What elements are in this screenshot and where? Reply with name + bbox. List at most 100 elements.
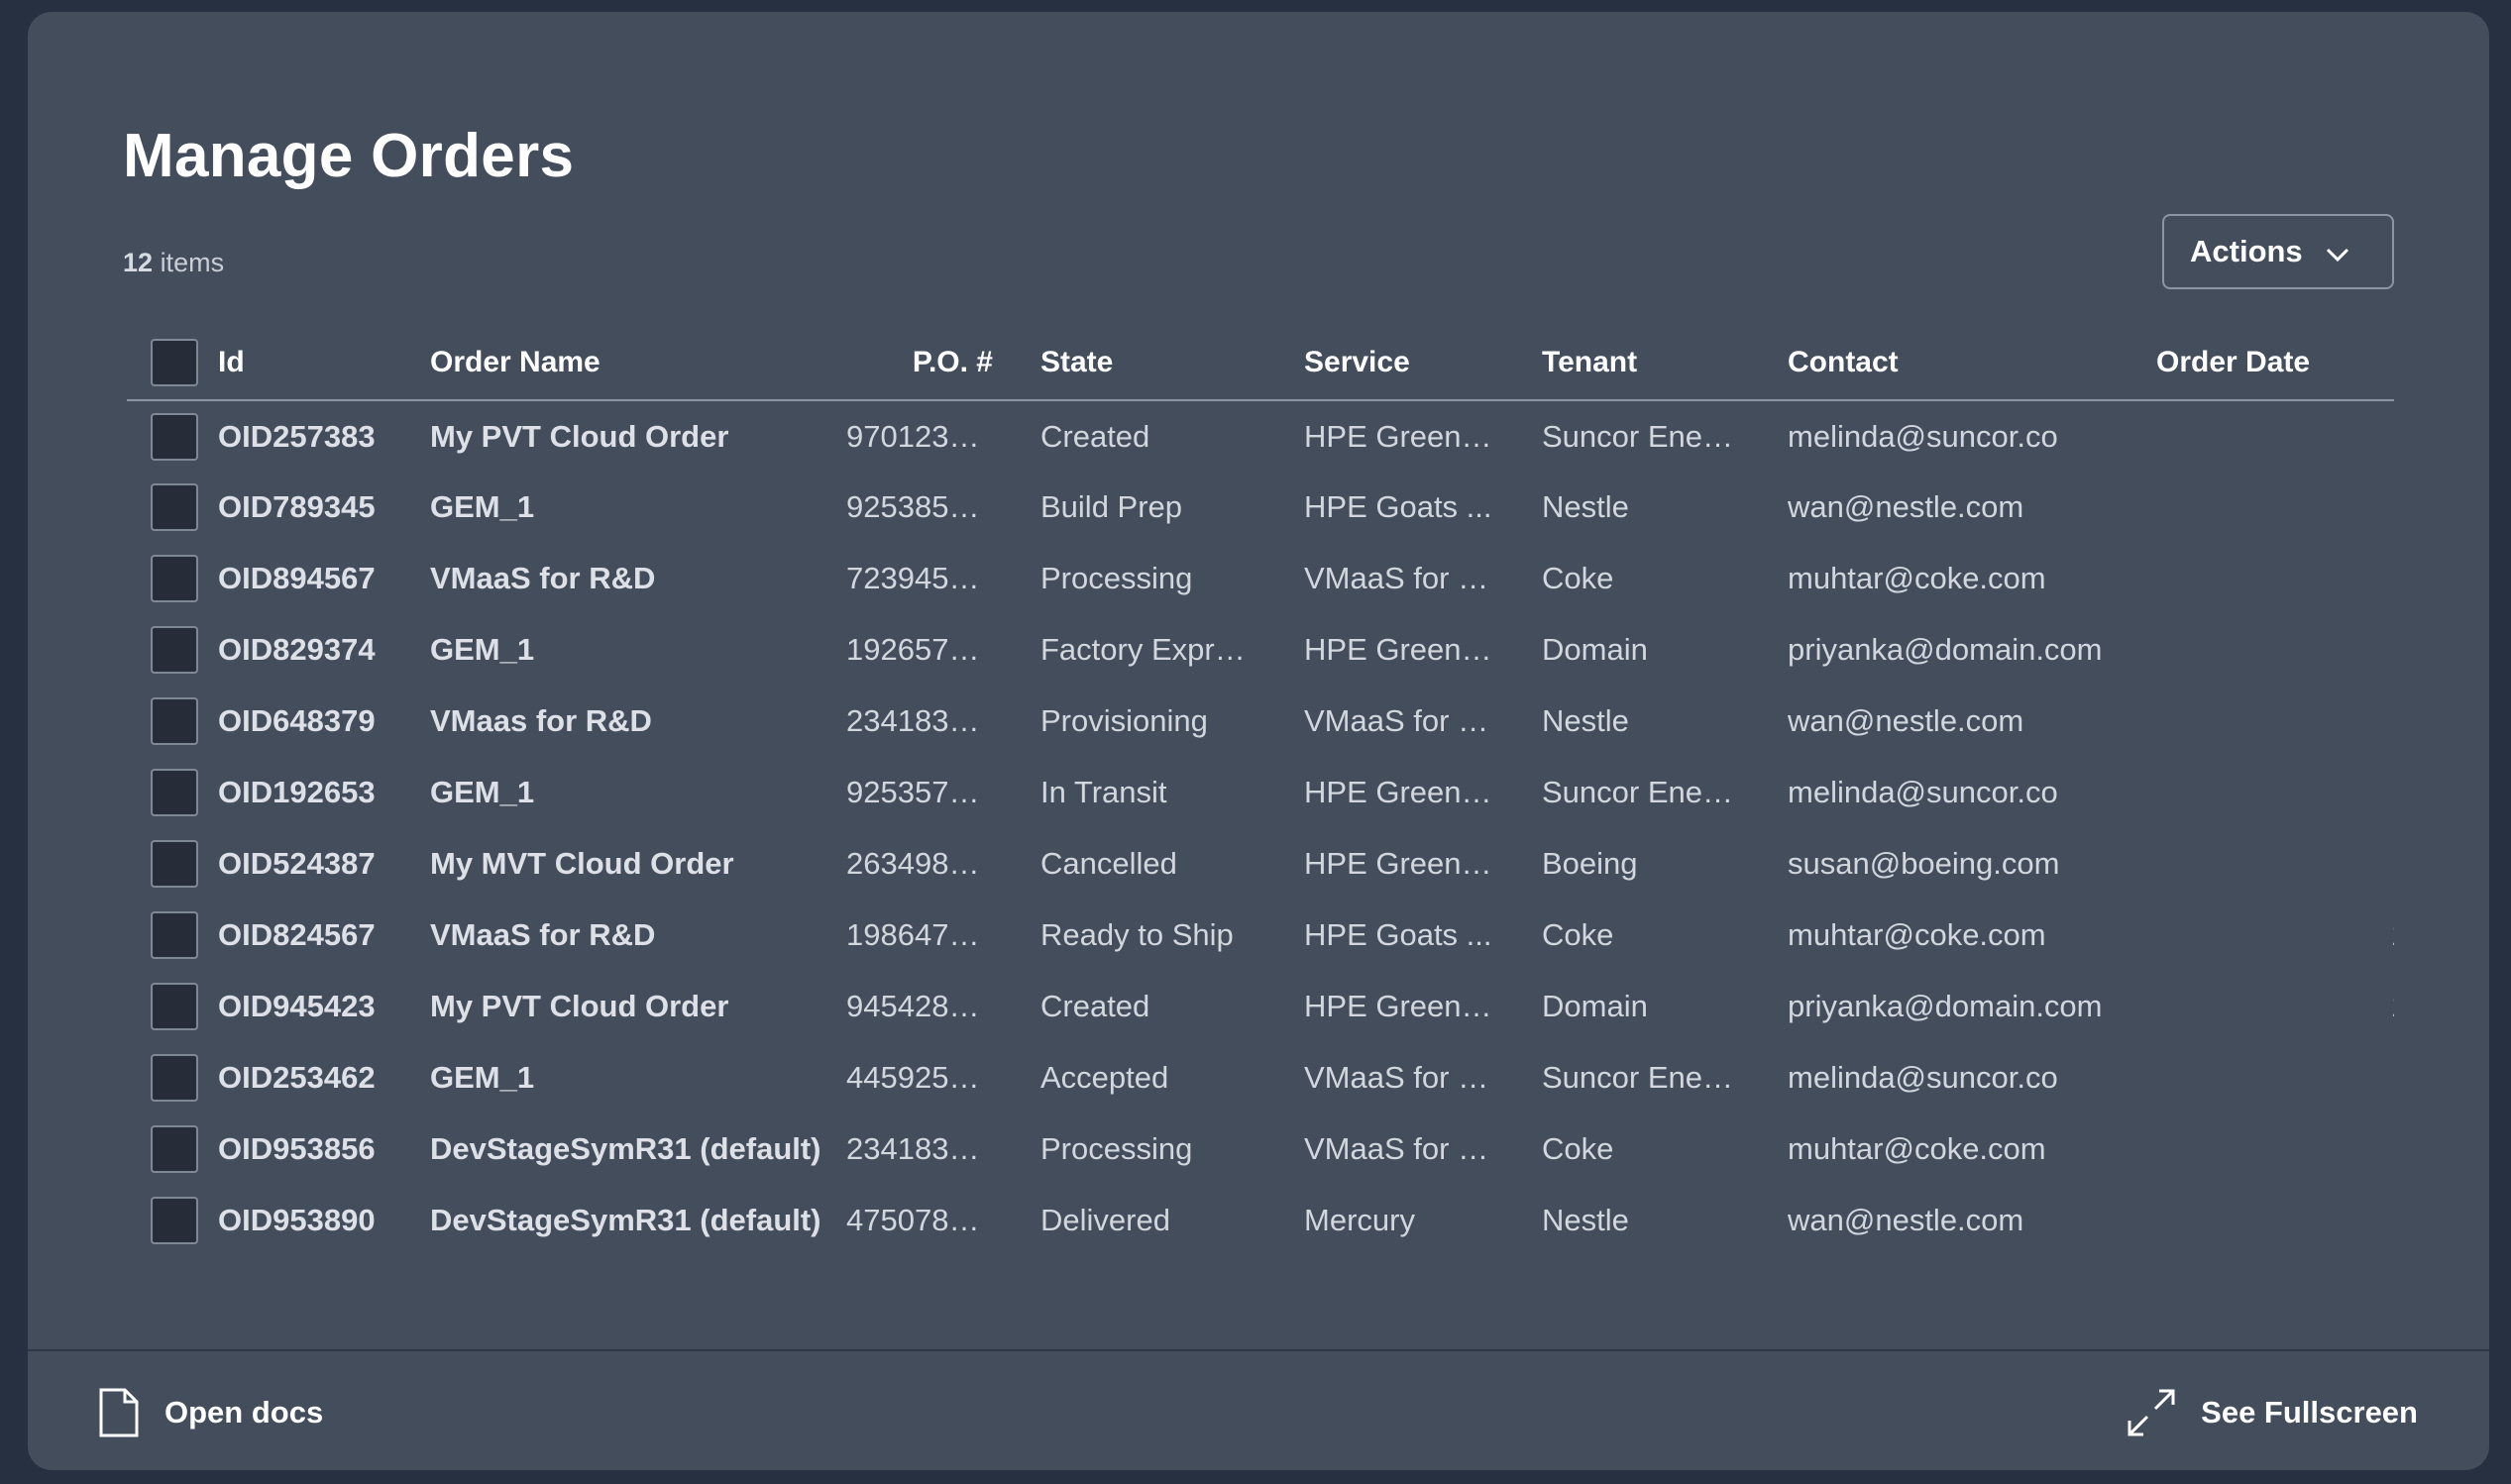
column-header-service[interactable]: Service [1256,325,1494,401]
row-checkbox[interactable] [151,1197,198,1244]
cell-id: OID524387 [218,846,376,881]
table-row[interactable]: OID945423 My PVT Cloud Order 9454285743 Cre… [127,971,2394,1042]
column-header-id[interactable]: Id [218,325,430,401]
cell-order-name: VMaaS for R&D [430,917,656,952]
cell-order-name: GEM_1 [430,775,535,809]
cell-id: OID945423 [218,989,376,1023]
row-checkbox[interactable] [151,555,198,602]
cell-order-date: 4/30/2020 [2109,400,2394,472]
row-checkbox[interactable] [151,769,198,816]
cell-state: Accepted [1040,1060,1169,1095]
cell-service: HPE Goats ... [1304,489,1492,524]
row-select-cell [127,1113,218,1185]
row-select-cell [127,472,218,543]
column-header-po[interactable]: P.O. # [846,325,993,401]
see-fullscreen-label: See Fullscreen [2201,1395,2418,1430]
item-count-suffix: items [160,248,225,277]
cell-contact: muhtar@coke.com [1788,917,2046,952]
cell-order-date: 11/1/2019 [2109,1113,2394,1185]
cell-order-name: DevStageSymR31 (default) [430,1131,821,1166]
cell-service: VMaaS for R... [1304,1060,1494,1095]
table-row[interactable]: OID253462 GEM_1 4459253462 Accepted VMaaS fo… [127,1042,2394,1113]
cell-po: 2341835675 [846,703,993,738]
cell-order-name: GEM_1 [430,489,535,524]
cell-id: OID257383 [218,418,376,454]
cell-tenant: Domain [1542,632,1648,667]
cell-order-name: VMaas for R&D [430,703,652,738]
cell-tenant: Boeing [1542,846,1638,881]
select-all-checkbox[interactable] [151,338,198,386]
header-select-cell [127,325,218,401]
cell-tenant: Coke [1542,561,1614,595]
cell-contact: susan@boeing.com [1788,846,2060,881]
cell-tenant: Suncor Energy [1542,775,1740,809]
row-select-cell [127,400,218,472]
cell-po: 2341835675 [846,1131,993,1166]
open-docs-label: Open docs [164,1395,324,1430]
cell-order-name: DevStageSymR31 (default) [430,1203,821,1237]
table-row[interactable]: OID648379 VMaas for R&D 2341835675 Provisio… [127,686,2394,757]
cell-order-name: My PVT Cloud Order [430,989,729,1023]
cell-contact: muhtar@coke.com [1788,1131,2046,1166]
item-count: 12 items [123,248,224,278]
see-fullscreen-link[interactable]: See Fullscreen [2126,1383,2418,1442]
row-checkbox[interactable] [151,840,198,888]
cell-service: HPE Goats ... [1304,917,1492,952]
cell-id: OID953856 [218,1131,376,1166]
row-checkbox[interactable] [151,626,198,674]
open-docs-link[interactable]: Open docs [99,1383,323,1442]
row-checkbox[interactable] [151,1125,198,1173]
row-select-cell [127,1185,218,1256]
cell-state: Build Prep [1040,489,1183,524]
table-row[interactable]: OID953890 DevStageSymR31 (default) 4750789… [127,1185,2394,1256]
cell-contact: priyanka@domain.com [1788,632,2103,667]
cell-po: 1986476536 [846,917,993,952]
row-checkbox[interactable] [151,412,198,461]
table-row[interactable]: OID524387 My MVT Cloud Order 2634986755 Can… [127,828,2394,900]
cell-contact: wan@nestle.com [1788,489,2024,524]
column-header-order-date[interactable]: Order Date [2109,325,2394,401]
row-checkbox[interactable] [151,983,198,1030]
cell-order-date: 11/1/2019 [2109,1185,2394,1256]
row-select-cell [127,614,218,686]
cell-order-name: My MVT Cloud Order [430,846,734,881]
cell-service: HPE GreenL... [1304,632,1494,667]
column-header-tenant[interactable]: Tenant [1494,325,1740,401]
cell-service: HPE GreenL... [1304,846,1494,881]
actions-dropdown-button[interactable]: Actions [2162,214,2394,289]
cell-order-date: 3/4/2020 [2109,543,2394,614]
table-header-row: Id Order Name P.O. # State Service Tenan… [127,325,2394,401]
cell-order-name: VMaaS for R&D [430,561,656,595]
cell-service: Mercury [1304,1203,1415,1237]
row-checkbox[interactable] [151,911,198,959]
cell-service: HPE GreenL... [1304,775,1494,809]
table-row[interactable]: OID192653 GEM_1 9253578367 In Transit HPE Gr… [127,757,2394,828]
cell-state: Ready to Ship [1040,917,1234,952]
cell-order-name: GEM_1 [430,1060,535,1095]
cell-contact: muhtar@coke.com [1788,561,2046,595]
cell-po: 1926573453 [846,632,993,667]
row-checkbox[interactable] [151,1054,198,1102]
cell-contact: melinda@suncor.co [1788,1060,2058,1095]
row-checkbox[interactable] [151,483,198,531]
cell-po: 970123112... [846,418,993,454]
table-row[interactable]: OID829374 GEM_1 1926573453 Factory Express H… [127,614,2394,686]
column-header-state[interactable]: State [993,325,1256,401]
table-row[interactable]: OID953856 DevStageSymR31 (default) 2341835… [127,1113,2394,1185]
cell-tenant: Suncor Energy [1542,418,1740,454]
table-row[interactable]: OID257383 My PVT Cloud Order 970123112... C… [127,400,2394,472]
table-row[interactable]: OID789345 GEM_1 9253856295 Build Prep HPE Go… [127,472,2394,543]
cell-po: 475078908 [846,1203,993,1237]
cell-id: OID824567 [218,917,376,952]
table-row[interactable]: OID894567 VMaaS for R&D 7239456727 Processi… [127,543,2394,614]
orders-table-container: Id Order Name P.O. # State Service Tenan… [127,325,2394,1256]
cell-service: VMaaS for R... [1304,703,1494,738]
row-checkbox[interactable] [151,697,198,745]
cell-id: OID829374 [218,632,376,667]
cell-tenant: Domain [1542,989,1648,1023]
orders-table-body: OID257383 My PVT Cloud Order 970123112... C… [127,400,2394,1256]
cell-state: Provisioning [1040,703,1208,738]
column-header-contact[interactable]: Contact [1740,325,2109,401]
table-row[interactable]: OID824567 VMaaS for R&D 1986476536 Ready to… [127,900,2394,971]
column-header-order-name[interactable]: Order Name [430,325,846,401]
